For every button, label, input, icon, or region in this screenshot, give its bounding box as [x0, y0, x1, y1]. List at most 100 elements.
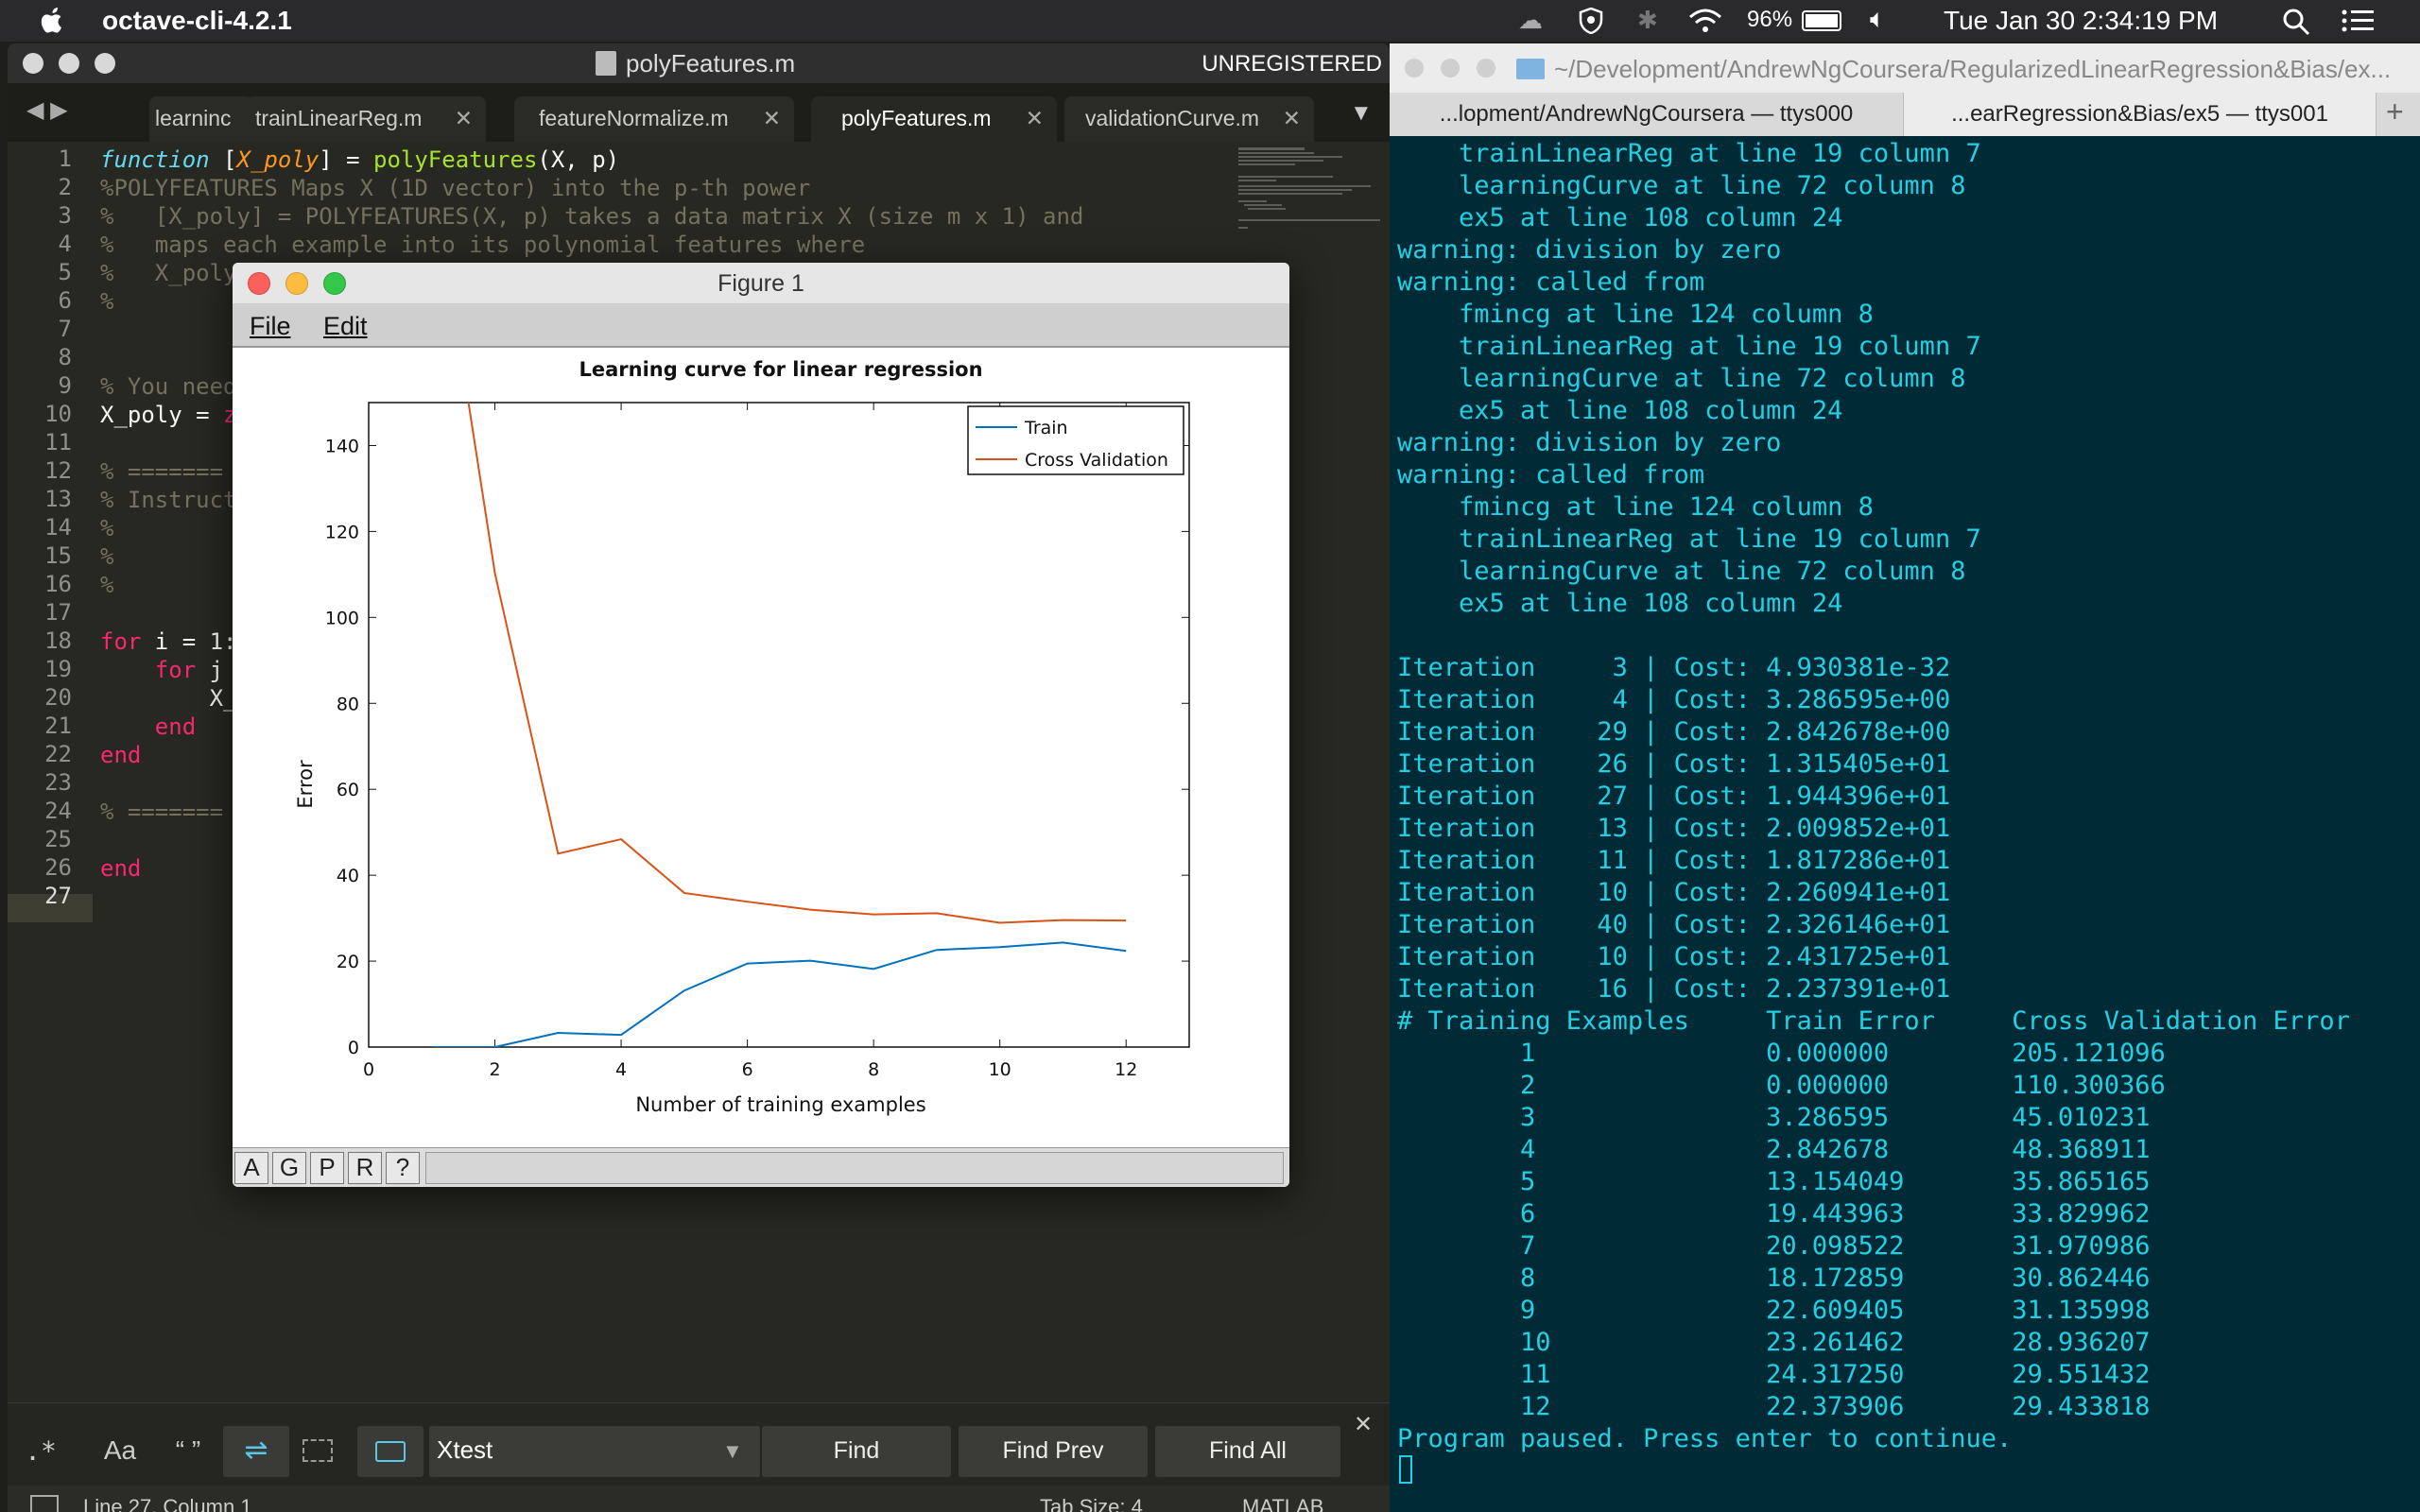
terminal-line: learningCurve at line 72 column 8: [1397, 364, 1966, 393]
find-input[interactable]: Xtest: [429, 1426, 760, 1477]
pan-button[interactable]: P: [310, 1152, 344, 1184]
autoscale-button[interactable]: A: [234, 1152, 268, 1184]
notification-center-icon[interactable]: [2341, 8, 2375, 34]
find-prev-button[interactable]: Find Prev: [959, 1426, 1148, 1477]
terminal-titlebar[interactable]: ~/Development/AndrewNgCoursera/Regulariz…: [1390, 43, 2420, 93]
code-token: (X, p): [537, 146, 620, 173]
line-number: 13: [44, 486, 72, 512]
tab-size[interactable]: Tab Size: 4: [1040, 1495, 1143, 1512]
find-history-chevron-down-icon[interactable]: ▼: [722, 1439, 743, 1464]
minimize-window-button[interactable]: [1441, 59, 1460, 77]
close-tab-icon[interactable]: ✕: [763, 106, 781, 131]
tab-nav-arrows-icon[interactable]: ◀ ▶: [26, 96, 68, 124]
line-number: 1: [58, 146, 72, 172]
close-tab-icon[interactable]: ✕: [1283, 106, 1301, 131]
wrap-icon[interactable]: ⇌: [223, 1426, 289, 1477]
tab-polyfeatures[interactable]: polyFeatures.m ✕: [811, 96, 1057, 142]
tab-label: learninc: [155, 106, 232, 130]
tab-learningcurve[interactable]: learninc: [149, 96, 253, 142]
find-button[interactable]: Find: [762, 1426, 951, 1477]
line-number: 26: [44, 854, 72, 881]
line-number: 12: [44, 457, 72, 484]
code-token: % =======: [100, 799, 224, 825]
terminal-line: warning: division by zero: [1397, 235, 1782, 265]
highlight-matches-toggle[interactable]: [357, 1426, 424, 1477]
rotate-button[interactable]: R: [348, 1152, 382, 1184]
code-token: % X_poly: [100, 260, 237, 286]
wifi-icon[interactable]: [1686, 8, 1724, 34]
close-window-button[interactable]: [1405, 59, 1424, 77]
syntax-mode[interactable]: MATLAB: [1242, 1495, 1323, 1512]
x-tick-label: 0: [363, 1059, 374, 1080]
minimize-window-button[interactable]: [285, 272, 308, 295]
edit-menu[interactable]: Edit: [323, 312, 368, 341]
terminal-tab-ttys000[interactable]: ...lopment/AndrewNgCoursera — ttys000: [1390, 93, 1904, 136]
spotlight-search-icon[interactable]: [2282, 8, 2310, 36]
tab-validationcurve[interactable]: validationCurve.m ✕: [1064, 96, 1314, 142]
code-token: ] =: [319, 146, 373, 173]
code-line: function [X_poly] = polyFeatures(X, p): [100, 146, 619, 174]
in-selection-icon[interactable]: [302, 1439, 333, 1462]
code-token: X_poly: [236, 146, 320, 173]
find-all-button[interactable]: Find All: [1155, 1426, 1340, 1477]
bluetooth-icon[interactable]: ✱: [1637, 6, 1658, 35]
clock[interactable]: Tue Jan 30 2:34:19 PM: [1944, 6, 2218, 36]
app-name[interactable]: octave-cli-4.2.1: [102, 6, 292, 36]
panel-toggle-icon[interactable]: [30, 1495, 59, 1512]
grid-button[interactable]: G: [272, 1152, 306, 1184]
close-find-icon[interactable]: ✕: [1354, 1411, 1373, 1438]
code-token: %: [100, 572, 114, 598]
x-tick-label: 4: [615, 1059, 627, 1080]
x-tick-label: 12: [1115, 1059, 1137, 1080]
terminal-line: Iteration 16 | Cost: 2.237391e+01: [1397, 974, 1951, 1004]
terminal-line: 3 3.286595 45.010231: [1397, 1103, 2151, 1132]
legend-label: Cross Validation: [1025, 450, 1168, 471]
close-tab-icon[interactable]: ✕: [1026, 106, 1044, 131]
code-line: %: [100, 287, 113, 316]
close-tab-icon[interactable]: ✕: [455, 106, 473, 131]
y-tick-label: 120: [325, 522, 359, 542]
terminal-line: learningCurve at line 72 column 8: [1397, 171, 1966, 200]
apple-icon[interactable]: [38, 6, 66, 36]
terminal-line: 11 24.317250 29.551432: [1397, 1360, 2151, 1389]
find-panel: .* Aa “ ” ⇌ Xtest ▼ Find Find Prev Find …: [8, 1402, 1390, 1486]
zoom-window-button[interactable]: [95, 53, 115, 74]
terminal-line: 7 20.098522 31.970986: [1397, 1231, 2151, 1261]
x-tick-label: 8: [868, 1059, 879, 1080]
zoom-window-button[interactable]: [1477, 59, 1495, 77]
status-bar: Line 27, Column 1 Tab Size: 4 MATLAB: [8, 1486, 1390, 1512]
minimize-window-button[interactable]: [59, 53, 79, 74]
shield-icon[interactable]: [1579, 8, 1603, 34]
case-sensitive-toggle[interactable]: Aa: [96, 1426, 144, 1477]
tab-list-chevron-down-icon[interactable]: ▼: [1350, 100, 1373, 127]
code-line: end: [100, 741, 141, 769]
new-tab-plus-icon[interactable]: +: [2386, 94, 2404, 129]
terminal-line: warning: division by zero: [1397, 428, 1782, 457]
whole-word-toggle[interactable]: “ ”: [164, 1426, 212, 1477]
terminal-line: # Training Examples Train Error Cross Va…: [1397, 1006, 2350, 1036]
figure-titlebar[interactable]: Figure 1: [233, 263, 1289, 304]
zoom-window-button[interactable]: [323, 272, 346, 295]
file-menu[interactable]: File: [250, 312, 291, 341]
tab-featurenormalize[interactable]: featureNormalize.m ✕: [514, 96, 794, 142]
terminal-line: Program paused. Press enter to continue.: [1397, 1424, 2013, 1453]
line-number: 10: [44, 401, 72, 427]
terminal-tab-ttys001[interactable]: ...earRegression&Bias/ex5 — ttys001: [1904, 93, 2377, 136]
close-window-button[interactable]: [23, 53, 43, 74]
editor-titlebar[interactable]: polyFeatures.m UNREGISTERED: [8, 43, 1390, 83]
help-button[interactable]: ?: [386, 1152, 420, 1184]
terminal-line: 8 18.172859 30.862446: [1397, 1263, 2151, 1293]
regex-toggle[interactable]: .*: [17, 1426, 64, 1477]
close-window-button[interactable]: [248, 272, 270, 295]
battery-icon[interactable]: [1802, 10, 1841, 31]
cloud-icon[interactable]: ☁: [1518, 6, 1543, 35]
volume-icon[interactable]: 🔈︎: [1870, 4, 1886, 35]
code-token: end: [100, 713, 197, 740]
terminal-line: 9 22.609405 31.135998: [1397, 1296, 2151, 1325]
tab-trainlinearreg[interactable]: trainLinearReg.m ✕: [246, 96, 486, 142]
code-line: %: [100, 542, 113, 571]
terminal-cursor: [1399, 1455, 1412, 1484]
code-token: % [X_poly] = POLYFEATURES(X, p) takes a …: [100, 203, 1084, 230]
terminal-line: ex5 at line 108 column 24: [1397, 203, 1843, 232]
terminal-line: 4 2.842678 48.368911: [1397, 1135, 2151, 1164]
